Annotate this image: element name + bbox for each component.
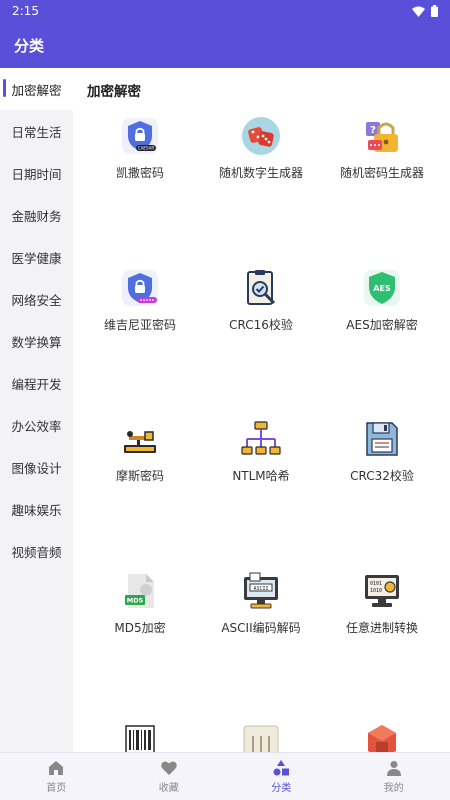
tool-random-password[interactable]: ? 随机密码生成器 bbox=[322, 116, 442, 196]
svg-text:?: ? bbox=[370, 125, 376, 136]
sidebar-item-daily-life[interactable]: 日常生活 bbox=[0, 110, 73, 152]
sidebar-item-encryption[interactable]: 加密解密 bbox=[0, 68, 73, 110]
section-title: 加密解密 bbox=[87, 84, 141, 100]
tool-crc16[interactable]: CRC16校验 bbox=[201, 268, 321, 348]
sidebar-item-math-conversion[interactable]: 数学换算 bbox=[0, 320, 73, 362]
sidebar-item-label: 金融财务 bbox=[11, 208, 62, 224]
person-icon bbox=[386, 761, 401, 776]
tool-label: 摩斯密码 bbox=[115, 469, 164, 483]
nav-label: 首页 bbox=[46, 783, 67, 794]
svg-text:1010: 1010 bbox=[370, 588, 382, 594]
battery-icon bbox=[431, 5, 438, 17]
floppy-disk-icon bbox=[366, 422, 398, 456]
page-title: 分类 bbox=[14, 36, 45, 55]
sidebar-item-label: 图像设计 bbox=[11, 460, 62, 476]
status-time: 2:15 bbox=[12, 4, 39, 18]
svg-text:CAESAR: CAESAR bbox=[138, 146, 154, 151]
nav-label: 收藏 bbox=[158, 783, 179, 794]
wifi-icon bbox=[412, 6, 425, 17]
category-sidebar: 加密解密 日常生活 日期时间 金融财务 医学健康 网络安全 数学换算 编程开发 … bbox=[0, 68, 73, 752]
scroll-icon bbox=[243, 725, 279, 752]
tool-label: ASCII编码解码 bbox=[221, 621, 301, 635]
sidebar-item-label: 编程开发 bbox=[11, 376, 62, 392]
sidebar-item-label: 视频音频 bbox=[11, 544, 62, 560]
nav-favorites[interactable]: 收藏 bbox=[113, 753, 226, 800]
heart-icon bbox=[161, 761, 177, 775]
red-block-icon bbox=[368, 725, 396, 752]
sidebar-item-label: 趣味娱乐 bbox=[11, 502, 62, 518]
tool-random-number[interactable]: 随机数字生成器 bbox=[201, 116, 321, 196]
tool-scroll[interactable] bbox=[201, 722, 321, 752]
ascii-monitor-icon: ASCII bbox=[244, 572, 278, 609]
nav-label: 我的 bbox=[383, 783, 404, 794]
dice-icon bbox=[242, 117, 280, 155]
sidebar-item-video-audio[interactable]: 视频音频 bbox=[0, 530, 73, 572]
tool-label: 随机数字生成器 bbox=[218, 166, 303, 180]
sidebar-item-label: 医学健康 bbox=[11, 250, 62, 266]
tool-label: NTLM哈希 bbox=[232, 469, 290, 483]
sidebar-item-label: 网络安全 bbox=[11, 292, 62, 308]
sidebar-item-label: 日期时间 bbox=[11, 166, 62, 182]
tool-label: CRC32校验 bbox=[350, 469, 414, 483]
svg-text:AES: AES bbox=[373, 284, 391, 293]
sidebar-item-fun[interactable]: 趣味娱乐 bbox=[0, 488, 73, 530]
tool-crc32[interactable]: CRC32校验 bbox=[322, 419, 442, 499]
home-icon bbox=[49, 761, 64, 775]
tool-md5[interactable]: MD5 MD5加密 bbox=[80, 571, 200, 651]
nav-label: 分类 bbox=[271, 783, 292, 794]
tool-barcode[interactable] bbox=[80, 722, 200, 752]
category-icon bbox=[273, 760, 290, 776]
tool-ascii[interactable]: ASCII ASCII编码解码 bbox=[201, 571, 321, 651]
tool-label: 凯撒密码 bbox=[115, 166, 164, 180]
md5-file-icon: MD5 bbox=[125, 574, 154, 608]
tool-label: MD5加密 bbox=[114, 621, 166, 635]
tool-red-block[interactable] bbox=[322, 722, 442, 752]
barcode-icon bbox=[125, 725, 155, 752]
status-bar: 2:15 bbox=[0, 0, 450, 22]
sidebar-item-image-design[interactable]: 图像设计 bbox=[0, 446, 73, 488]
sidebar-item-health[interactable]: 医学健康 bbox=[0, 236, 73, 278]
tool-base-converter[interactable]: 0101 1010 任意进制转换 bbox=[322, 571, 442, 651]
sidebar-item-programming[interactable]: 编程开发 bbox=[0, 362, 73, 404]
network-icon bbox=[241, 421, 281, 455]
binary-convert-icon: 0101 1010 bbox=[365, 575, 399, 607]
tool-label: 维吉尼亚密码 bbox=[103, 318, 176, 332]
tool-morse-code[interactable]: 摩斯密码 bbox=[80, 419, 200, 499]
tool-label: 任意进制转换 bbox=[345, 621, 418, 635]
sidebar-item-label: 日常生活 bbox=[11, 124, 62, 140]
sidebar-item-finance[interactable]: 金融财务 bbox=[0, 194, 73, 236]
svg-text:MD5: MD5 bbox=[127, 597, 144, 605]
sidebar-item-label: 数学换算 bbox=[11, 334, 62, 350]
telegraph-key-icon bbox=[124, 431, 156, 453]
tool-caesar-cipher[interactable]: CAESAR 凯撒密码 bbox=[80, 116, 200, 196]
tool-vigenere-cipher[interactable]: 维吉尼亚密码 bbox=[80, 268, 200, 348]
svg-text:ASCII: ASCII bbox=[253, 586, 268, 592]
checklist-icon bbox=[247, 270, 276, 305]
tool-label: CRC16校验 bbox=[229, 318, 293, 332]
bottom-navigation: 首页 收藏 分类 我的 bbox=[0, 752, 450, 800]
nav-category[interactable]: 分类 bbox=[225, 753, 338, 800]
sidebar-item-label: 加密解密 bbox=[11, 82, 62, 98]
sidebar-item-office[interactable]: 办公效率 bbox=[0, 404, 73, 446]
app-bar: 分类 bbox=[0, 22, 450, 68]
nav-profile[interactable]: 我的 bbox=[338, 753, 450, 800]
padlock-icon: ? bbox=[366, 122, 398, 152]
svg-text:0101: 0101 bbox=[370, 581, 382, 587]
aes-shield-icon: AES bbox=[364, 270, 400, 306]
sidebar-item-network-security[interactable]: 网络安全 bbox=[0, 278, 73, 320]
tool-aes[interactable]: AES AES加密解密 bbox=[322, 268, 442, 348]
tool-label: AES加密解密 bbox=[346, 318, 418, 332]
nav-home[interactable]: 首页 bbox=[0, 753, 113, 800]
tool-label: 随机密码生成器 bbox=[339, 166, 424, 180]
sidebar-item-date-time[interactable]: 日期时间 bbox=[0, 152, 73, 194]
tool-ntlm-hash[interactable]: NTLM哈希 bbox=[201, 419, 321, 499]
caesar-shield-icon: CAESAR bbox=[122, 118, 158, 154]
status-icons bbox=[412, 5, 438, 17]
vigenere-shield-icon bbox=[122, 270, 158, 306]
tool-content-panel: 加密解密 CAESAR 凯撒密码 随机数字生成器 ? 随机密码生成器 维吉尼亚密… bbox=[73, 68, 450, 752]
sidebar-item-label: 办公效率 bbox=[11, 418, 62, 434]
